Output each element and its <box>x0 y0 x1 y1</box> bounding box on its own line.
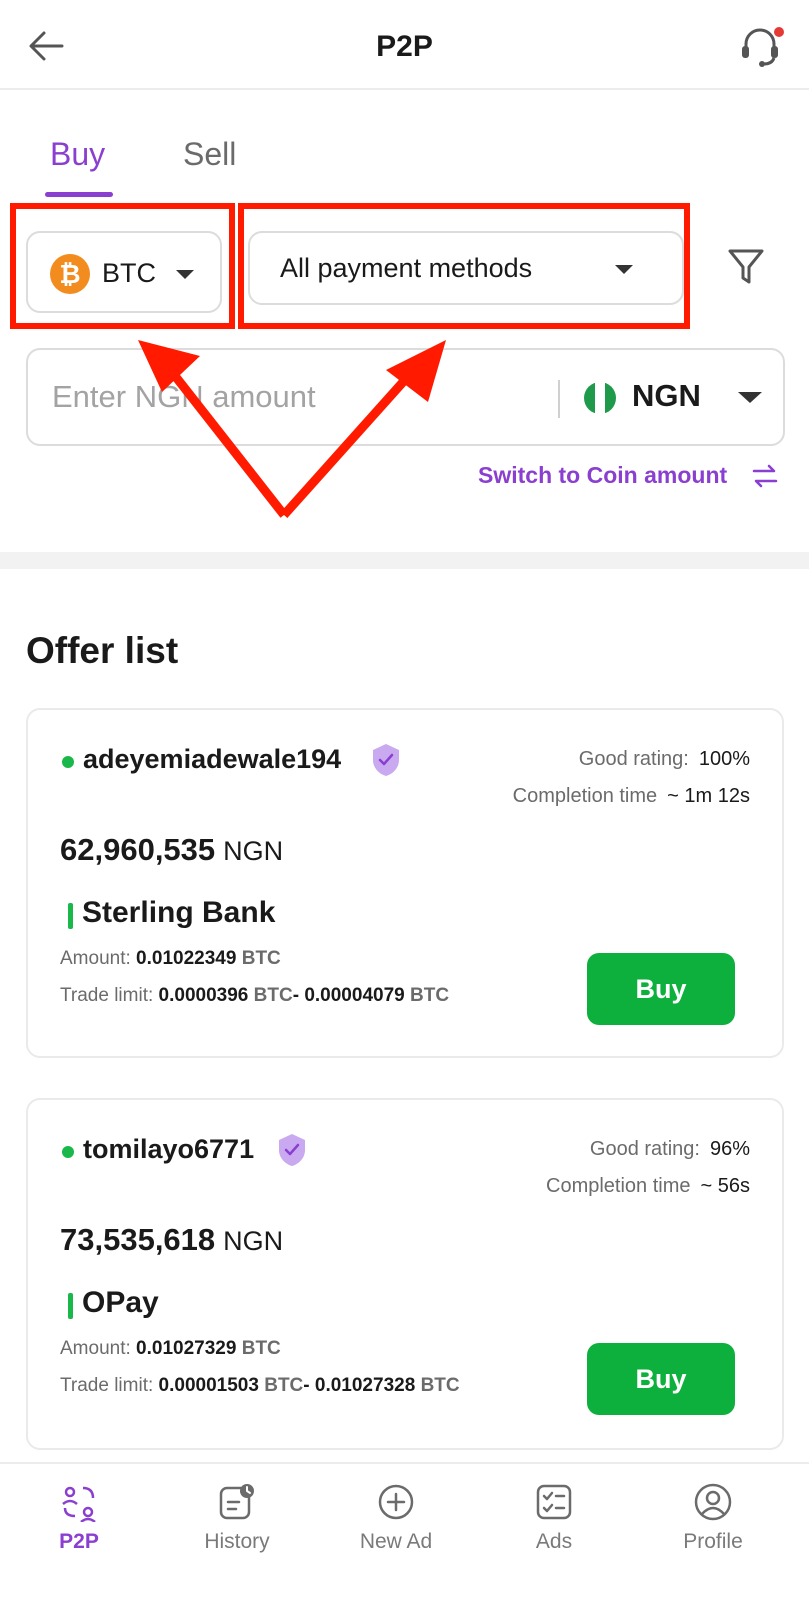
rating: Good rating: 96% <box>589 1138 750 1160</box>
history-clock-icon <box>219 1484 254 1520</box>
merchant-name[interactable]: tomilayo6771 <box>83 1134 254 1165</box>
switch-to-coin-amount-link[interactable]: Switch to Coin amount <box>478 462 727 489</box>
nigeria-flag-icon <box>584 382 616 414</box>
funnel-filter-icon[interactable] <box>726 246 766 288</box>
currency-select-label[interactable]: NGN <box>632 378 701 414</box>
online-status-dot <box>62 1146 74 1158</box>
nav-label: New Ad <box>359 1530 433 1553</box>
page-title: P2P <box>376 30 433 63</box>
amount-input[interactable] <box>52 372 532 422</box>
app-header: P2P <box>0 0 809 90</box>
profile-user-icon <box>694 1483 732 1521</box>
offer-amount: Amount: 0.01022349 BTC <box>60 948 281 969</box>
offer-amount: Amount: 0.01027329 BTC <box>60 1338 281 1359</box>
payment-method-name: Sterling Bank <box>82 896 276 929</box>
buy-button[interactable]: Buy <box>587 1343 735 1415</box>
annotation-highlight-box <box>238 203 690 329</box>
nav-label: Ads <box>535 1530 573 1553</box>
offer-card: adeyemiadewale194 Good rating: 100% Compl… <box>26 708 784 1058</box>
amount-field[interactable]: NGN <box>26 348 785 446</box>
tab-sell[interactable]: Sell <box>183 136 236 173</box>
nav-item-ads[interactable]: Ads <box>489 1464 619 1600</box>
payment-method-marker <box>68 903 73 929</box>
ads-checklist-icon <box>536 1484 572 1520</box>
nav-label: P2P <box>59 1530 99 1553</box>
nav-label: History <box>204 1530 270 1553</box>
nav-label: Profile <box>683 1530 743 1553</box>
nav-item-p2p[interactable]: P2P <box>14 1464 144 1600</box>
chevron-down-icon[interactable] <box>738 392 762 403</box>
offer-list-heading: Offer list <box>26 630 179 671</box>
nav-item-profile[interactable]: Profile <box>648 1464 778 1600</box>
trade-limit: Trade limit: 0.00001503 BTC- 0.01027328 … <box>60 1375 460 1396</box>
divider <box>558 380 560 418</box>
offer-price: 62,960,535 NGN <box>60 832 284 867</box>
nav-item-new-ad[interactable]: New Ad <box>331 1464 461 1600</box>
payment-method-marker <box>68 1293 73 1319</box>
section-divider <box>0 552 809 569</box>
offer-card: tomilayo6771 Good rating: 96% Completion … <box>26 1098 784 1450</box>
online-status-dot <box>62 756 74 768</box>
swap-arrows-icon[interactable] <box>750 462 780 490</box>
headset-support-icon[interactable] <box>736 24 786 70</box>
rating: Good rating: 100% <box>578 748 750 770</box>
plus-circle-icon <box>378 1484 414 1520</box>
trade-limit: Trade limit: 0.0000396 BTC- 0.00004079 B… <box>60 985 450 1006</box>
p2p-exchange-icon <box>62 1486 96 1522</box>
offer-price: 73,535,618 NGN <box>60 1222 284 1257</box>
payment-method-name: OPay <box>82 1286 159 1319</box>
nav-item-history[interactable]: History <box>172 1464 302 1600</box>
verified-badge-icon <box>279 1134 305 1166</box>
active-tab-indicator <box>45 192 113 197</box>
annotation-highlight-box <box>10 203 235 329</box>
bottom-navigation: P2P History New Ad Ads Profile <box>0 1462 809 1600</box>
buy-button[interactable]: Buy <box>587 953 735 1025</box>
tab-buy[interactable]: Buy <box>50 136 105 173</box>
completion-time: Completion time ~ 1m 12s <box>512 785 750 807</box>
merchant-name[interactable]: adeyemiadewale194 <box>83 744 341 775</box>
verified-badge-icon <box>373 744 399 776</box>
completion-time: Completion time ~ 56s <box>546 1175 750 1197</box>
